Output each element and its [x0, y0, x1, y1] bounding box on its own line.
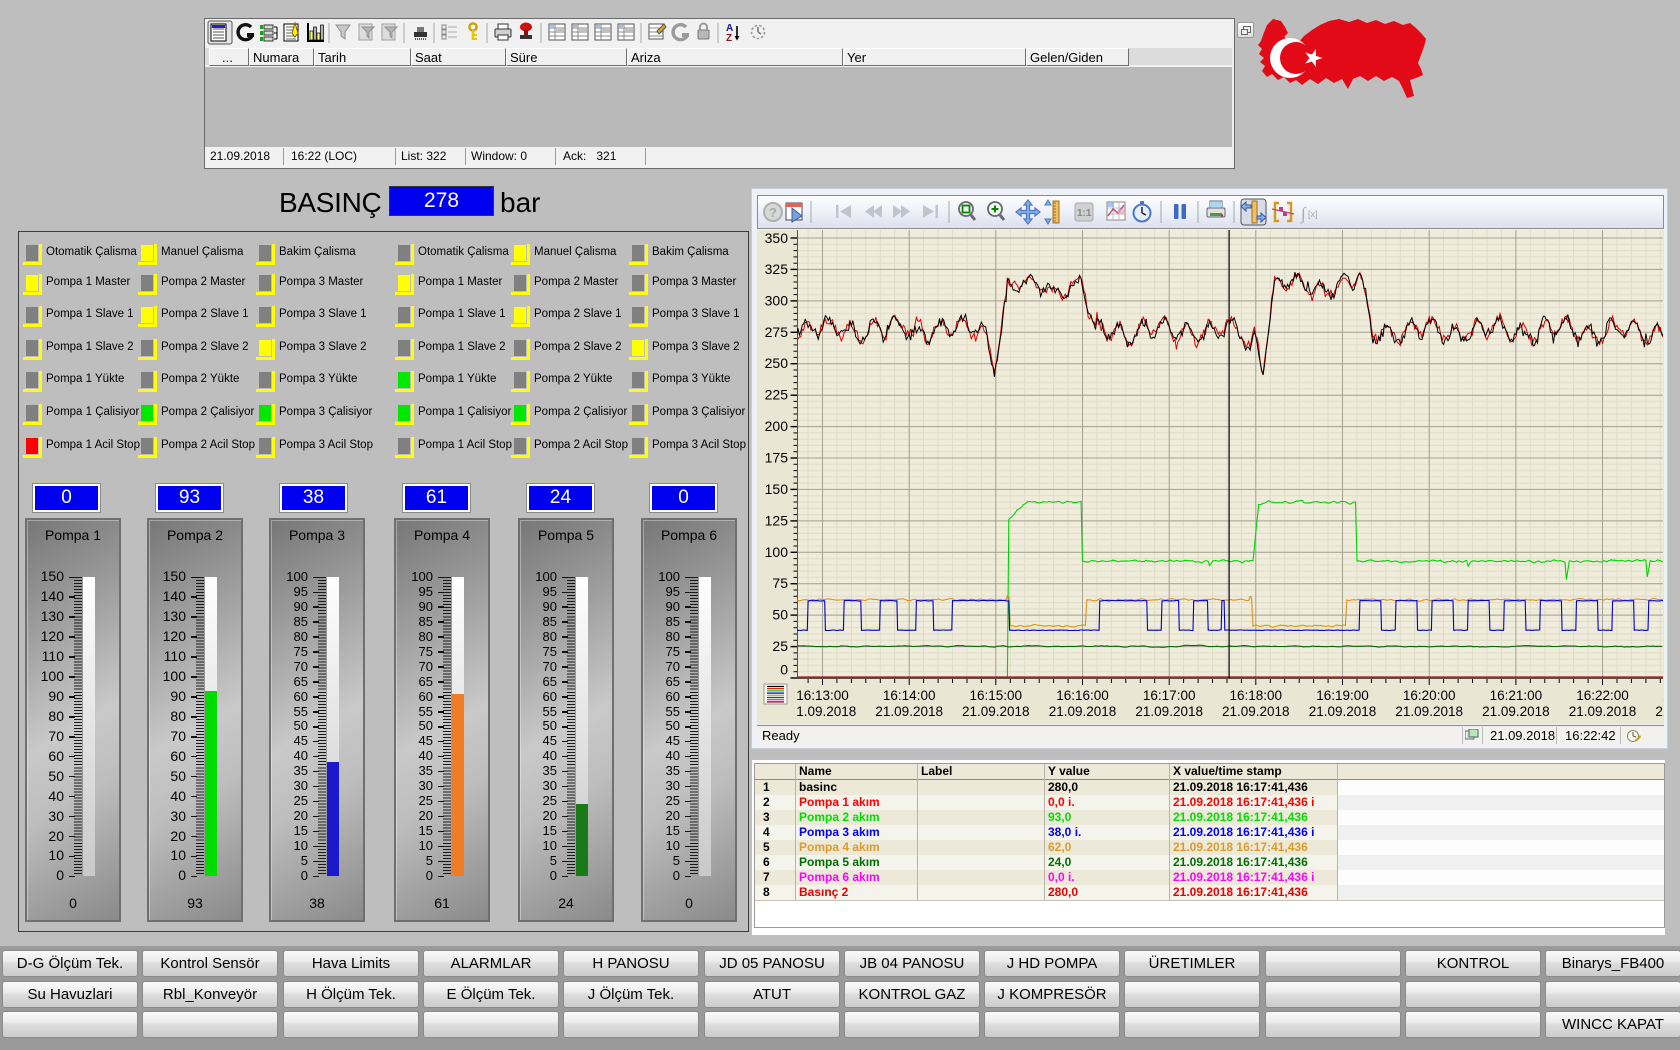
svg-text:21.09.2018: 21.09.2018	[1222, 704, 1290, 719]
svg-text:21.09.2018: 21.09.2018	[789, 704, 857, 719]
svg-text:16:20:00: 16:20:00	[1403, 688, 1456, 703]
svg-text:21.09.2018: 21.09.2018	[1049, 704, 1117, 719]
svg-text:?: ?	[769, 205, 777, 220]
svg-text:16:15:00: 16:15:00	[970, 688, 1023, 703]
svg-text:16:19:00: 16:19:00	[1316, 688, 1369, 703]
svg-text:21.09.2018: 21.09.2018	[1135, 704, 1203, 719]
svg-text:16:16:00: 16:16:00	[1056, 688, 1109, 703]
svg-text:100: 100	[765, 544, 789, 560]
svg-text:21.09.2018: 21.09.2018	[962, 704, 1030, 719]
svg-text:21.09.2018: 21.09.2018	[1569, 704, 1637, 719]
svg-text:16:21:00: 16:21:00	[1490, 688, 1543, 703]
svg-text:21.09.2018: 21.09.2018	[1655, 704, 1664, 719]
svg-text:21.09.2018: 21.09.2018	[1395, 704, 1463, 719]
svg-text:1:1: 1:1	[1077, 208, 1092, 219]
svg-text:16:13:00: 16:13:00	[796, 688, 849, 703]
svg-text:21.09.2018: 21.09.2018	[1309, 704, 1377, 719]
svg-text:16:14:00: 16:14:00	[883, 688, 936, 703]
svg-text:50: 50	[772, 607, 788, 623]
svg-text:350: 350	[765, 230, 789, 246]
svg-text:300: 300	[765, 292, 789, 308]
svg-text:∫: ∫	[1300, 204, 1307, 224]
svg-text:325: 325	[765, 261, 789, 277]
svg-text:16:18:00: 16:18:00	[1230, 688, 1283, 703]
svg-text:25: 25	[772, 638, 788, 654]
svg-text:Z: Z	[726, 33, 732, 44]
svg-text:16:17:00: 16:17:00	[1143, 688, 1196, 703]
svg-text:16:23:00: 16:23:00	[1663, 688, 1664, 703]
svg-text:200: 200	[765, 418, 789, 434]
svg-text:0: 0	[780, 662, 788, 678]
svg-text:250: 250	[765, 355, 789, 371]
svg-text:150: 150	[765, 481, 789, 497]
svg-text:75: 75	[772, 575, 788, 591]
svg-text:125: 125	[765, 512, 789, 528]
svg-text:21.09.2018: 21.09.2018	[875, 704, 943, 719]
svg-text:21.09.2018: 21.09.2018	[1482, 704, 1550, 719]
svg-text:275: 275	[765, 324, 789, 340]
svg-text:[x]: [x]	[1308, 209, 1318, 219]
svg-text:16:22:00: 16:22:00	[1576, 688, 1629, 703]
svg-text:175: 175	[765, 450, 789, 466]
svg-text:225: 225	[765, 387, 789, 403]
